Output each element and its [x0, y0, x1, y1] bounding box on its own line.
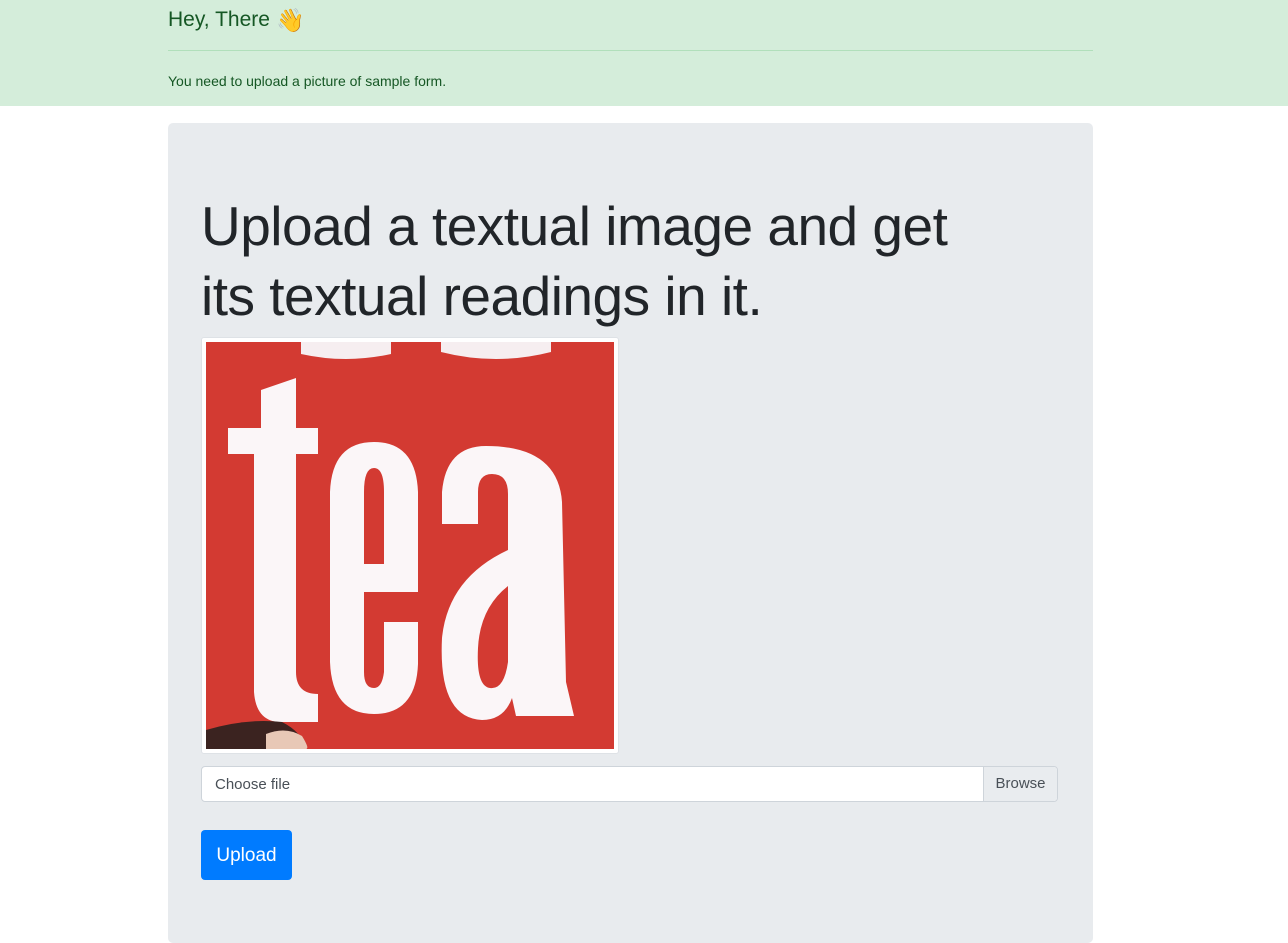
- file-chooser[interactable]: Choose file Browse: [201, 766, 1058, 802]
- preview-image: [201, 337, 619, 754]
- page-title: Upload a textual image and get its textu…: [201, 195, 948, 327]
- upload-panel: Upload a textual image and get its textu…: [168, 123, 1093, 943]
- waving-hand-icon: 👋: [275, 7, 305, 33]
- alert-message: You need to upload a picture of sample f…: [168, 73, 447, 89]
- file-input-label: Choose file: [215, 776, 291, 793]
- tea-image: [206, 342, 614, 749]
- upload-button[interactable]: Upload: [201, 830, 292, 880]
- alert-heading-text: Hey, There: [168, 8, 270, 31]
- alert-heading: Hey, There 👋: [168, 5, 305, 35]
- alert-divider: [168, 50, 1093, 51]
- browse-button[interactable]: Browse: [983, 767, 1057, 801]
- welcome-alert: Hey, There 👋 You need to upload a picture…: [0, 0, 1288, 106]
- alert-container: Hey, There 👋 You need to upload a picture…: [168, 0, 1093, 106]
